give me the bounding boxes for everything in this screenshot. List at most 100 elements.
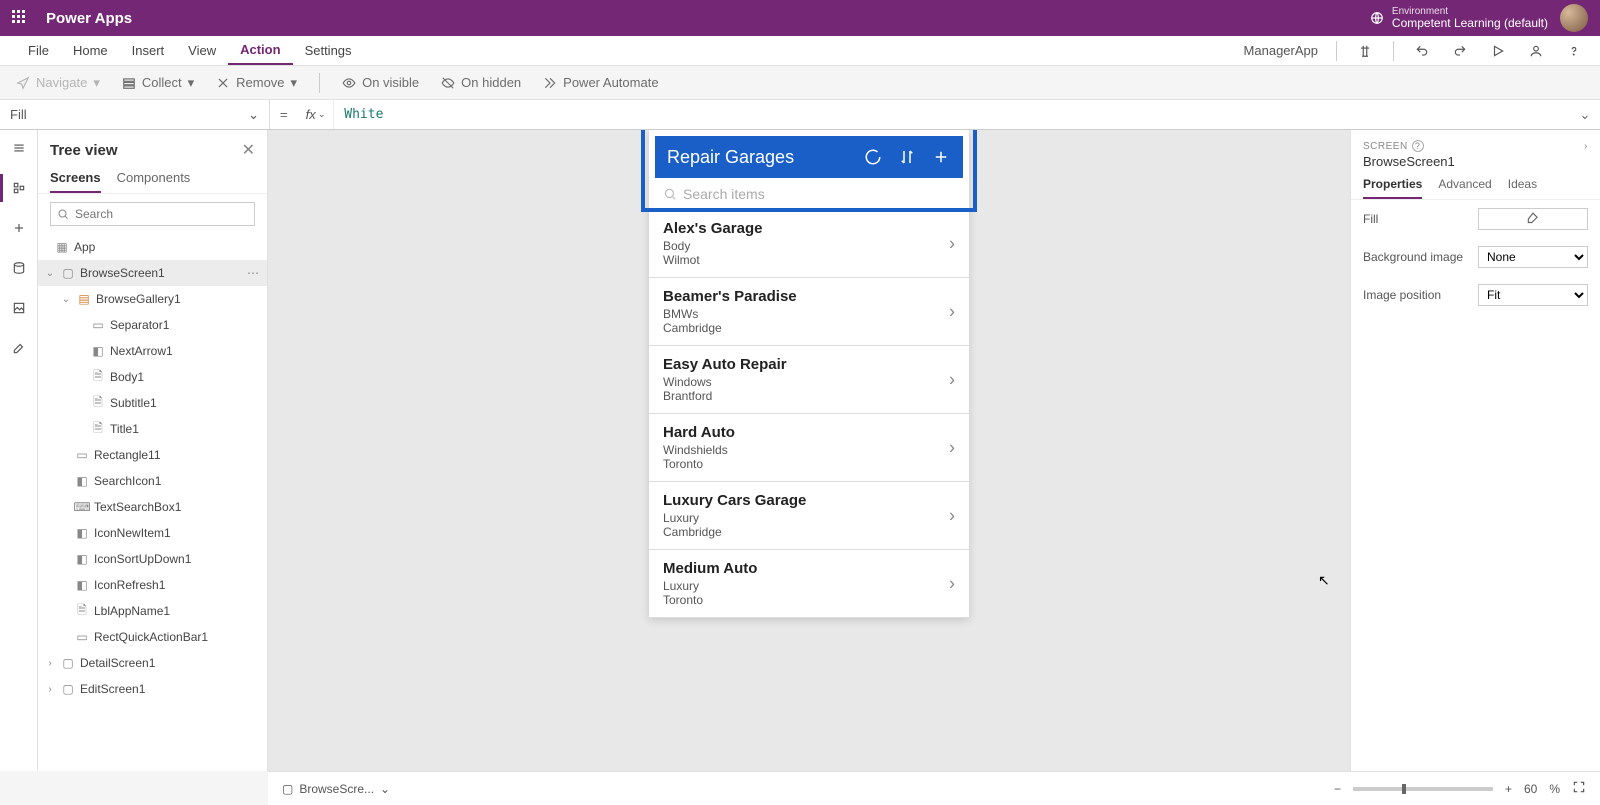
tree-node-title[interactable]: 🗎 Title1 (38, 416, 267, 442)
tree-node-subtitle[interactable]: 🗎 Subtitle1 (38, 390, 267, 416)
tab-properties[interactable]: Properties (1363, 177, 1422, 199)
screen-icon: ▢ (60, 681, 76, 697)
menu-file[interactable]: File (16, 36, 61, 65)
chevron-right-icon[interactable]: › (1584, 141, 1588, 152)
chevron-right-icon[interactable]: › (949, 369, 955, 390)
fit-screen-icon[interactable] (1572, 780, 1586, 797)
tree-node-separator[interactable]: ▭ Separator1 (38, 312, 267, 338)
tools-icon[interactable] (9, 338, 29, 358)
tree-node-iconnew[interactable]: ◧ IconNewItem1 (38, 520, 267, 546)
media-icon[interactable] (9, 298, 29, 318)
list-item[interactable]: Alex's Garage Body Wilmot › (649, 210, 969, 278)
refresh-icon[interactable] (863, 147, 883, 167)
menu-insert[interactable]: Insert (120, 36, 177, 65)
expand-formula-icon[interactable]: ⌄ (1570, 107, 1600, 123)
tree-label: LblAppName1 (94, 604, 170, 618)
chevron-right-icon[interactable]: › (949, 233, 955, 254)
tab-ideas[interactable]: Ideas (1508, 177, 1537, 199)
formula-input[interactable]: White (334, 107, 1570, 122)
undo-icon[interactable] (1412, 41, 1432, 61)
item-title: Hard Auto (663, 424, 955, 441)
info-icon[interactable]: ? (1412, 140, 1424, 152)
list-item[interactable]: Medium Auto Luxury Toronto › (649, 550, 969, 618)
bg-image-select[interactable]: None (1478, 246, 1588, 268)
tree-node-textsearch[interactable]: ⌨ TextSearchBox1 (38, 494, 267, 520)
tree-node-searchicon[interactable]: ◧ SearchIcon1 (38, 468, 267, 494)
tab-components[interactable]: Components (117, 164, 191, 193)
tree-node-nextarrow[interactable]: ◧ NextArrow1 (38, 338, 267, 364)
tree-label: App (74, 240, 95, 254)
chevron-down-icon[interactable]: ⌄ (44, 268, 56, 279)
add-icon[interactable] (931, 147, 951, 167)
menu-home[interactable]: Home (61, 36, 120, 65)
share-icon[interactable] (1526, 41, 1546, 61)
zoom-out-icon[interactable]: − (1334, 782, 1341, 796)
hamburger-icon[interactable] (9, 138, 29, 158)
list-item[interactable]: Easy Auto Repair Windows Brantford › (649, 346, 969, 414)
tree-node-app[interactable]: ▦ App (38, 234, 267, 260)
redo-icon[interactable] (1450, 41, 1470, 61)
tree-node-browsegallery[interactable]: ⌄ ▤ BrowseGallery1 (38, 286, 267, 312)
chevron-right-icon[interactable]: › (949, 505, 955, 526)
menu-action[interactable]: Action (228, 36, 292, 65)
chevron-right-icon[interactable]: › (949, 301, 955, 322)
app-launcher-icon[interactable] (12, 10, 28, 26)
on-hidden-button[interactable]: On hidden (441, 75, 521, 90)
tree-node-lblappname[interactable]: 🗎 LblAppName1 (38, 598, 267, 624)
tree-node-body[interactable]: 🗎 Body1 (38, 364, 267, 390)
environment-picker[interactable]: Environment Competent Learning (default) (1370, 6, 1548, 30)
tree-node-iconsort[interactable]: ◧ IconSortUpDown1 (38, 546, 267, 572)
zoom-in-icon[interactable]: + (1505, 782, 1512, 796)
fill-color-picker[interactable] (1478, 208, 1588, 230)
list-item[interactable]: Hard Auto Windshields Toronto › (649, 414, 969, 482)
play-icon[interactable] (1488, 41, 1508, 61)
chevron-down-icon: ⌄ (318, 109, 326, 120)
tree-node-detailscreen[interactable]: › ▢ DetailScreen1 (38, 650, 267, 676)
remove-button[interactable]: Remove ▾ (216, 75, 297, 91)
insert-icon[interactable] (9, 218, 29, 238)
image-position-select[interactable]: Fit (1478, 284, 1588, 306)
chevron-right-icon[interactable]: › (949, 437, 955, 458)
remove-icon (216, 76, 230, 90)
tree-search-input[interactable] (50, 202, 255, 226)
zoom-slider[interactable] (1353, 787, 1493, 791)
menu-settings[interactable]: Settings (293, 36, 364, 65)
app-checker-icon[interactable] (1355, 41, 1375, 61)
more-icon[interactable]: ⋯ (247, 266, 259, 280)
collect-button[interactable]: Collect ▾ (122, 75, 194, 91)
search-row[interactable]: Search items (649, 178, 969, 210)
tree-label: EditScreen1 (80, 682, 145, 696)
tree-node-browsescreen[interactable]: ⌄ ▢ BrowseScreen1 ⋯ (38, 260, 267, 286)
menu-view[interactable]: View (176, 36, 228, 65)
chevron-right-icon[interactable]: › (44, 684, 56, 695)
object-name: BrowseScreen1 (1363, 154, 1588, 169)
tree-label: Separator1 (110, 318, 169, 332)
tree-view-icon[interactable] (9, 178, 29, 198)
list-item[interactable]: Beamer's Paradise BMWs Cambridge › (649, 278, 969, 346)
navigate-button[interactable]: Navigate ▾ (16, 75, 100, 91)
property-dropdown[interactable]: Fill ⌄ (0, 100, 270, 129)
chevron-right-icon[interactable]: › (44, 658, 56, 669)
chevron-right-icon[interactable]: › (949, 573, 955, 594)
power-automate-button[interactable]: Power Automate (543, 75, 658, 90)
tree-node-rectangle[interactable]: ▭ Rectangle11 (38, 442, 267, 468)
user-avatar[interactable] (1560, 4, 1588, 32)
close-icon[interactable]: ✕ (242, 140, 255, 160)
tree-node-iconrefresh[interactable]: ◧ IconRefresh1 (38, 572, 267, 598)
tree-node-editscreen[interactable]: › ▢ EditScreen1 (38, 676, 267, 702)
app-preview[interactable]: Repair Garages Search items Alex's Garag… (649, 130, 969, 618)
tree-node-rectquick[interactable]: ▭ RectQuickActionBar1 (38, 624, 267, 650)
tab-advanced[interactable]: Advanced (1438, 177, 1491, 199)
list-item[interactable]: Luxury Cars Garage Luxury Cambridge › (649, 482, 969, 550)
canvas[interactable]: Repair Garages Search items Alex's Garag… (268, 130, 1350, 771)
tab-screens[interactable]: Screens (50, 164, 101, 193)
on-visible-button[interactable]: On visible (342, 75, 419, 90)
divider (319, 73, 320, 93)
help-icon[interactable] (1564, 41, 1584, 61)
fx-button[interactable]: fx ⌄ (298, 100, 335, 129)
breadcrumb[interactable]: BrowseScre... (299, 782, 374, 796)
chevron-down-icon[interactable]: ⌄ (60, 294, 72, 305)
sort-icon[interactable] (897, 147, 917, 167)
chevron-down-icon[interactable]: ⌄ (380, 782, 390, 796)
data-icon[interactable] (9, 258, 29, 278)
